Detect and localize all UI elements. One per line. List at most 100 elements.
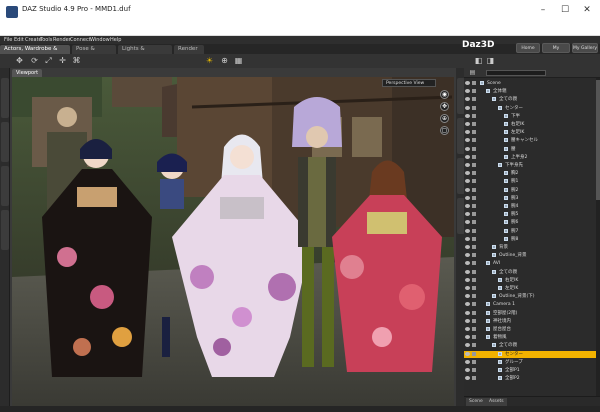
lock-icon[interactable] (472, 253, 476, 258)
menu-file[interactable]: File (4, 36, 12, 44)
lock-icon[interactable] (472, 187, 476, 192)
visibility-eye-icon[interactable] (465, 253, 470, 258)
scene-scrollbar-thumb[interactable] (596, 80, 600, 200)
lock-icon[interactable] (472, 368, 476, 372)
visibility-eye-icon[interactable] (465, 310, 470, 315)
scene-tree-row[interactable]: 腰キャンセル (464, 137, 596, 144)
scene-tree-row[interactable]: グループ (464, 359, 596, 366)
visibility-eye-icon[interactable] (465, 359, 470, 364)
lock-icon[interactable] (472, 343, 476, 348)
lock-icon[interactable] (472, 376, 476, 381)
visibility-eye-icon[interactable] (465, 294, 470, 299)
lock-icon[interactable] (472, 89, 476, 94)
lock-icon[interactable] (472, 130, 476, 135)
visibility-eye-icon[interactable] (465, 277, 470, 282)
camera-selector[interactable]: Perspective View (382, 79, 436, 87)
my-gallery-button[interactable]: My Gallery (572, 43, 598, 53)
scene-tree-row[interactable]: 全ての親 (464, 269, 596, 276)
lock-icon[interactable] (472, 310, 476, 315)
close-button[interactable]: ✕ (578, 3, 596, 17)
lock-icon[interactable] (472, 195, 476, 200)
tab-actors-wardrobe-props[interactable]: Actors, Wardrobe & Props (0, 45, 70, 61)
scene-tree-row[interactable]: Camera 1 (464, 301, 596, 308)
zoom-icon[interactable]: ⊕ (440, 114, 449, 123)
visibility-eye-icon[interactable] (465, 105, 470, 110)
tab-pose-animate[interactable]: Pose & Animate (72, 45, 116, 61)
scene-tree-row[interactable]: Outline_背景(下) (464, 293, 596, 300)
visibility-eye-icon[interactable] (465, 163, 470, 167)
lock-icon[interactable] (472, 113, 476, 118)
lock-icon[interactable] (472, 204, 476, 208)
lock-icon[interactable] (472, 146, 476, 151)
render-icon[interactable]: ☀ (205, 56, 214, 65)
lock-icon[interactable] (472, 294, 476, 299)
visibility-eye-icon[interactable] (465, 212, 470, 217)
menu-help[interactable]: Help (110, 36, 121, 44)
tab-assets[interactable]: Assets (486, 398, 507, 406)
scene-tree-row[interactable]: センター (464, 105, 596, 112)
scene-tree-row[interactable]: 下半身先 (464, 162, 596, 169)
grid-icon[interactable]: ▦ (234, 56, 243, 65)
visibility-eye-icon[interactable] (465, 138, 470, 143)
scene-tree-row[interactable]: 腕8 (464, 236, 596, 243)
lock-icon[interactable] (472, 245, 476, 249)
menu-connect[interactable]: Connect (70, 36, 91, 44)
visibility-eye-icon[interactable] (465, 154, 470, 159)
lock-icon[interactable] (472, 269, 476, 274)
visibility-eye-icon[interactable] (465, 286, 470, 290)
tab-lights-cameras[interactable]: Lights & Cameras (118, 45, 172, 61)
lock-icon[interactable] (472, 81, 476, 85)
lock-icon[interactable] (472, 154, 476, 159)
scene-tree-row[interactable]: 腕5 (464, 211, 596, 218)
lock-icon[interactable] (472, 351, 476, 356)
visibility-eye-icon[interactable] (465, 204, 470, 208)
scene-tree-row[interactable]: 全部P2 (464, 375, 596, 382)
my-account-button[interactable]: My Account (542, 43, 570, 61)
scene-tree-row[interactable]: Outline_背景 (464, 252, 596, 259)
scene-tree-row[interactable]: 腕7 (464, 228, 596, 235)
lock-icon[interactable] (472, 105, 476, 110)
left-vtab-4[interactable] (1, 210, 9, 250)
3d-viewport[interactable] (12, 77, 454, 406)
maximize-button[interactable]: ☐ (556, 3, 574, 17)
lock-icon[interactable] (472, 220, 476, 225)
lock-icon[interactable] (472, 138, 476, 143)
pane-icon-2[interactable]: ◨ (486, 56, 495, 65)
visibility-eye-icon[interactable] (465, 130, 470, 135)
move-tool-icon[interactable]: ✥ (15, 56, 24, 65)
menu-edit[interactable]: Edit (14, 36, 24, 44)
scene-tree-row[interactable]: 背景 (464, 244, 596, 251)
scene-tree-row[interactable]: 腕2 (464, 187, 596, 194)
visibility-eye-icon[interactable] (465, 113, 470, 118)
visibility-eye-icon[interactable] (465, 146, 470, 151)
lock-icon[interactable] (472, 335, 476, 340)
lock-icon[interactable] (472, 122, 476, 126)
lock-icon[interactable] (472, 302, 476, 307)
visibility-eye-icon[interactable] (465, 245, 470, 249)
visibility-eye-icon[interactable] (465, 318, 470, 323)
lock-icon[interactable] (472, 228, 476, 233)
pane-icon-1[interactable]: ◧ (474, 56, 483, 65)
scene-tree-row[interactable]: 左足IK (464, 285, 596, 292)
visibility-eye-icon[interactable] (465, 376, 470, 381)
lock-icon[interactable] (472, 261, 476, 266)
lock-icon[interactable] (472, 327, 476, 331)
lock-icon[interactable] (472, 318, 476, 323)
spot-render-icon[interactable]: ⊕ (220, 56, 229, 65)
scene-tree-row[interactable]: 腕3 (464, 195, 596, 202)
scene-tree-row[interactable]: 全体親 (464, 88, 596, 95)
scene-tree-row[interactable]: 腕6 (464, 219, 596, 226)
lock-icon[interactable] (472, 171, 476, 176)
pan-icon[interactable]: ✥ (440, 102, 449, 111)
scene-tree-row[interactable]: 右足IK (464, 121, 596, 128)
scene-tree-row[interactable]: 下半 (464, 113, 596, 120)
visibility-eye-icon[interactable] (465, 81, 470, 85)
scene-tree-row[interactable]: 全部P1 (464, 367, 596, 374)
scene-tree-row[interactable]: 全ての親 (464, 342, 596, 349)
left-vtab-1[interactable] (1, 78, 9, 118)
visibility-eye-icon[interactable] (465, 236, 470, 241)
menu-window[interactable]: Window (90, 36, 110, 44)
scene-tree-row[interactable]: 腕4 (464, 203, 596, 210)
viewport-tab[interactable]: Viewport (12, 69, 43, 77)
visibility-eye-icon[interactable] (465, 195, 470, 200)
